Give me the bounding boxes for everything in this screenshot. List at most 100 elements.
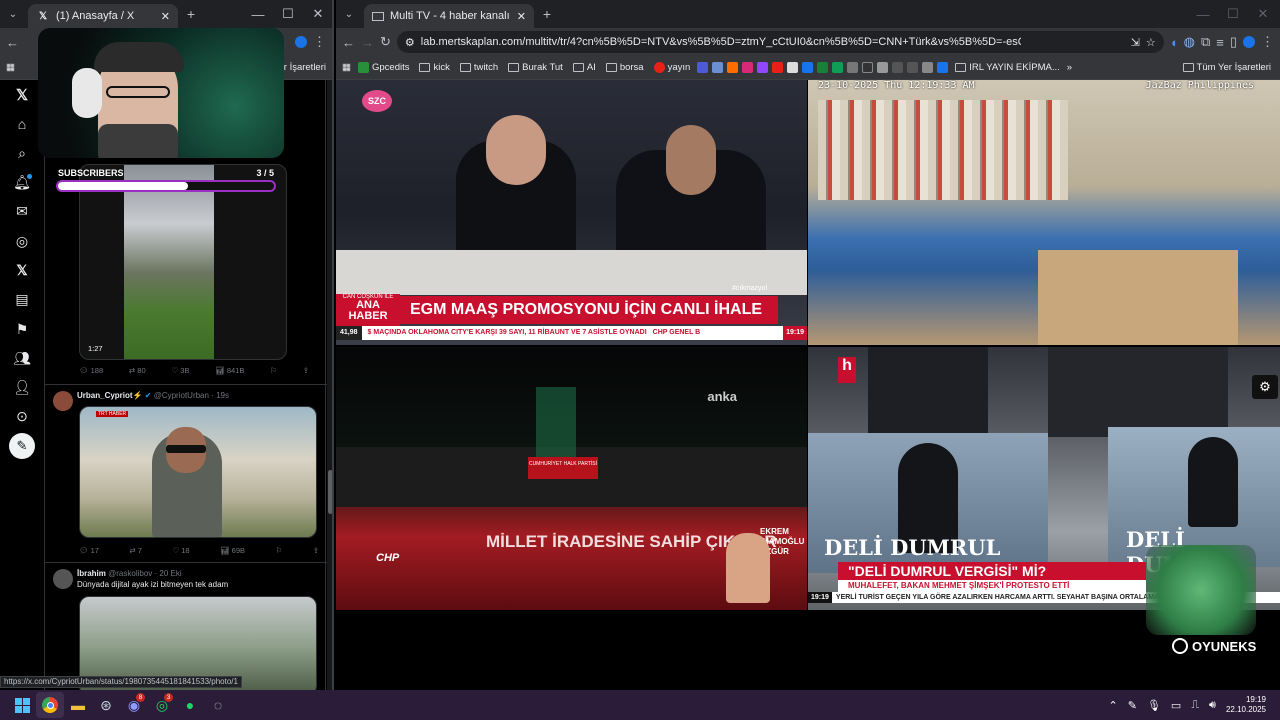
bookmark-icon[interactable] <box>727 62 739 73</box>
settings-gear-icon[interactable]: ⚙ <box>1252 375 1278 399</box>
close-tab-icon[interactable]: ✕ <box>161 10 170 23</box>
video-szc[interactable]: SZC #cıkmazyol CAN COŞKUN İLE ANA HABER … <box>336 80 807 345</box>
display-icon[interactable]: ▭ <box>1171 699 1181 712</box>
views-button[interactable]: 📊︎ 841B <box>215 366 244 375</box>
bookmark-gpcedits[interactable]: Gpcedits <box>355 62 413 73</box>
bookmark-icon[interactable] <box>862 62 874 73</box>
x-premium-icon[interactable]: 𝕏 <box>0 256 44 285</box>
file-explorer-icon[interactable]: ▬ <box>64 692 92 718</box>
steam-icon[interactable]: ⊛ <box>92 692 120 718</box>
start-icon[interactable] <box>8 692 36 718</box>
author-name[interactable]: Urban_Cypriot <box>77 391 133 400</box>
forward-icon[interactable]: → <box>361 35 374 50</box>
bookmarks-icon[interactable]: ⚑ <box>0 314 44 343</box>
tab-multi-tv[interactable]: Multi TV - 4 haber kanalını ✕ <box>364 4 534 28</box>
share-icon[interactable]: ⇪ <box>303 366 309 375</box>
messages-icon[interactable]: ✉ <box>0 197 44 226</box>
like-button[interactable]: ♡ 18 <box>172 546 189 555</box>
minimize-icon[interactable]: — <box>243 0 273 28</box>
lists-icon[interactable]: ▤ <box>0 285 44 314</box>
post-time[interactable]: 19s <box>216 391 229 400</box>
whatsapp-icon[interactable]: ◎ 3 <box>148 692 176 718</box>
share-icon[interactable]: ⇪ <box>313 546 319 555</box>
post-button[interactable]: ✎ <box>0 432 44 461</box>
volume-icon[interactable]: 🔊︎ <box>1209 699 1216 712</box>
close-tab-icon[interactable]: ✕ <box>517 10 526 23</box>
tab-x-home[interactable]: 𝕏 (1) Anasayfa / X ✕ <box>28 4 178 28</box>
more-bookmarks-icon[interactable]: » <box>1067 62 1072 73</box>
discord-icon[interactable]: ◉ 8 <box>120 692 148 718</box>
network-icon[interactable]: ⎍ <box>1191 699 1199 712</box>
repost-button[interactable]: ⇄ 80 <box>129 366 146 375</box>
repost-button[interactable]: ⇄ 7 <box>129 546 142 555</box>
video-store-cam[interactable]: 23-10-2025 Thu 12:19:33 AM JazBaz Philip… <box>808 80 1280 345</box>
close-window-icon[interactable]: ✕ <box>303 0 332 28</box>
tab-search-icon[interactable]: ⌄ <box>342 7 356 21</box>
back-icon[interactable]: ← <box>342 35 355 50</box>
new-tab-icon[interactable]: + <box>540 6 554 22</box>
bookmark-kick[interactable]: kick <box>416 62 452 73</box>
bookmark-icon[interactable]: ⚐ <box>276 546 283 555</box>
back-icon[interactable]: ← <box>6 35 19 50</box>
more-icon[interactable]: ⊙ <box>0 402 44 431</box>
bookmark-icon[interactable] <box>892 62 904 73</box>
bookmark-icon[interactable] <box>907 62 919 73</box>
like-button[interactable]: ♡ 3B <box>171 366 189 375</box>
bookmark-icon[interactable] <box>757 62 769 73</box>
post-time[interactable]: 20 Eki <box>159 569 181 578</box>
bookmark-icon[interactable] <box>922 62 934 73</box>
bookmark-icon[interactable] <box>712 62 724 73</box>
site-info-icon[interactable]: ⚙ <box>405 36 415 49</box>
menu-icon[interactable]: ⋮ <box>313 34 326 50</box>
grok-icon[interactable]: ◎ <box>0 226 44 255</box>
close-window-icon[interactable]: ✕ <box>1248 0 1278 28</box>
bookmark-icon[interactable] <box>697 62 709 73</box>
bookmark-icon[interactable] <box>817 62 829 73</box>
tab-search-icon[interactable]: ⌄ <box>6 7 20 21</box>
scrollbar[interactable] <box>327 80 332 690</box>
extension-icon[interactable]: ◍ <box>1184 34 1195 50</box>
post2-image[interactable]: TRT HABER <box>79 406 317 538</box>
bookmark-icon[interactable] <box>937 62 949 73</box>
notifications-icon[interactable]: 🔔︎ <box>0 168 44 197</box>
profile-icon[interactable] <box>1243 36 1255 48</box>
author-handle[interactable]: @CypriotUrban <box>154 391 209 400</box>
profile-icon[interactable]: 👤︎ <box>0 373 44 402</box>
reload-icon[interactable]: ↻ <box>380 34 391 50</box>
all-bookmarks[interactable]: Tüm Yer İşaretleri <box>1180 62 1274 73</box>
apps-icon[interactable]: ▦ <box>342 62 351 73</box>
minimize-icon[interactable]: — <box>1188 0 1218 28</box>
bookmark-icon[interactable] <box>802 62 814 73</box>
author-handle[interactable]: @raskolibov <box>108 569 152 578</box>
extensions-icon[interactable]: ⧉ <box>1201 34 1210 50</box>
bookmark-twitch[interactable]: twitch <box>457 62 501 73</box>
maximize-icon[interactable]: ☐ <box>1218 0 1248 28</box>
bookmark-burak-tut[interactable]: Burak Tut <box>505 62 566 73</box>
profile-icon[interactable] <box>295 36 307 48</box>
media-icon[interactable]: ≡ <box>1216 35 1224 50</box>
video-anka[interactable]: anka CUMHURİYET HALK PARTİSİ CHP MİLLET … <box>336 347 807 610</box>
avatar[interactable] <box>53 569 73 589</box>
views-button[interactable]: 📊︎ 69B <box>220 546 245 555</box>
bookmark-icon[interactable] <box>742 62 754 73</box>
maximize-icon[interactable]: ☐ <box>273 0 303 28</box>
clock[interactable]: 19:19 22.10.2025 <box>1226 695 1266 715</box>
menu-icon[interactable]: ⋮ <box>1261 34 1274 50</box>
scrollbar-thumb[interactable] <box>328 470 332 514</box>
bookmark-borsa[interactable]: borsa <box>603 62 647 73</box>
bookmark-icon[interactable] <box>772 62 784 73</box>
install-icon[interactable]: ⇲ <box>1131 36 1140 49</box>
pen-icon[interactable]: ✎ <box>1128 699 1137 712</box>
obs-icon[interactable]: ◌ <box>204 692 232 718</box>
bookmark-ai[interactable]: AI <box>570 62 599 73</box>
bookmark-icon[interactable] <box>877 62 889 73</box>
spotify-icon[interactable]: ● <box>176 692 204 718</box>
extension-icon[interactable]: ◖ <box>1170 35 1178 50</box>
avatar[interactable] <box>53 391 73 411</box>
author-name[interactable]: İbrahim <box>77 569 106 578</box>
microphone-icon[interactable]: 🎙︎ <box>1147 699 1161 712</box>
show-hidden-icon[interactable]: ⌃ <box>1109 699 1118 712</box>
split-icon[interactable]: ▯ <box>1230 34 1237 50</box>
bookmark-icon[interactable] <box>832 62 844 73</box>
address-bar[interactable]: ⚙ lab.mertskaplan.com/multitv/tr/4?cn%5B… <box>396 31 1164 53</box>
